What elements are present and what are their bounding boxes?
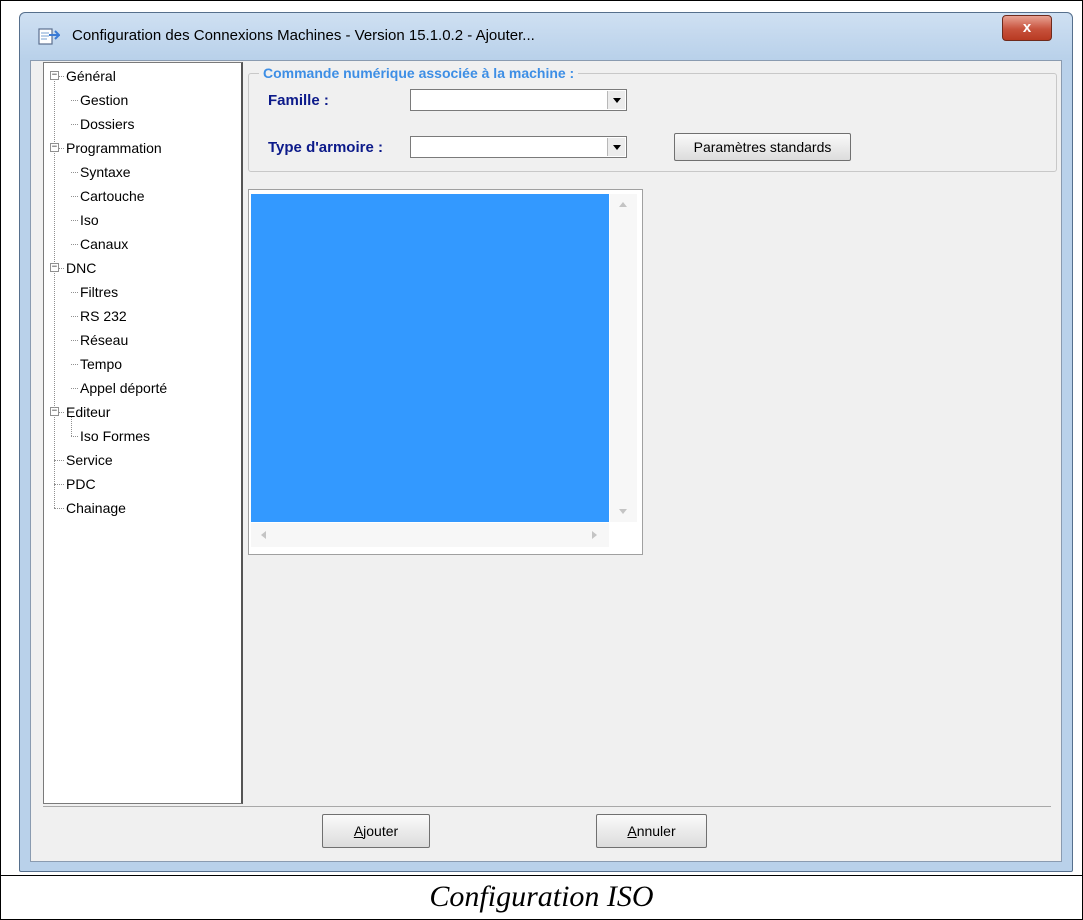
tree-node-label: Programmation	[66, 140, 162, 156]
tree-connector	[71, 388, 78, 389]
tree-child-node[interactable]: Syntaxe	[44, 161, 234, 183]
tree-child-label: Iso	[80, 212, 99, 228]
tree-node-label: PDC	[66, 476, 96, 492]
tree-connector	[54, 484, 64, 485]
tree-child-label: Syntaxe	[80, 164, 131, 180]
ajouter-button[interactable]: Ajouter	[322, 814, 430, 848]
tree-node-label: Service	[66, 452, 113, 468]
annuler-label: nnuler	[636, 823, 676, 839]
scroll-down-icon[interactable]	[619, 509, 627, 514]
button-bar-divider	[43, 806, 1051, 807]
chevron-down-icon[interactable]	[607, 138, 625, 156]
title-bar[interactable]: Configuration des Connexions Machines - …	[20, 13, 1072, 59]
tree-node-label: DNC	[66, 260, 97, 276]
tree-connector	[59, 76, 64, 77]
tree-child-node[interactable]: Appel déporté	[44, 377, 234, 399]
tree-child-node[interactable]: Tempo	[44, 353, 234, 375]
tree-child-label: Cartouche	[80, 188, 145, 204]
dialog-client-area: − Général Gestion Dossiers − Programmation Syn…	[30, 60, 1062, 862]
tree-connector	[71, 220, 78, 221]
tree-connector	[71, 364, 78, 365]
tree-child-label: RS 232	[80, 308, 127, 324]
tree-child-node[interactable]: Cartouche	[44, 185, 234, 207]
tree-child-node[interactable]: Réseau	[44, 329, 234, 351]
tree-connector	[71, 244, 78, 245]
tree-child-label: Gestion	[80, 92, 129, 108]
tree-child-node[interactable]: Gestion	[44, 89, 234, 111]
tree-connector	[71, 340, 78, 341]
standard-parameters-button[interactable]: Paramètres standards	[674, 133, 851, 161]
tree-child-label: Dossiers	[80, 116, 135, 132]
collapse-icon[interactable]: −	[50, 263, 59, 272]
figure-caption: Configuration ISO	[429, 880, 654, 913]
tree-child-node[interactable]: Iso	[44, 209, 234, 231]
app-icon	[38, 28, 60, 45]
tree-child-label: Filtres	[80, 284, 119, 300]
ajouter-mnemonic: A	[353, 823, 364, 839]
cnc-groupbox	[248, 73, 1057, 172]
tree-node-label: Editeur	[66, 404, 111, 420]
tree-child-node[interactable]: Dossiers	[44, 113, 234, 135]
tree-child-label: Canaux	[80, 236, 129, 252]
close-icon: x	[1022, 19, 1032, 36]
tree-node[interactable]: − Général	[44, 65, 234, 87]
famille-label: Famille :	[268, 92, 329, 109]
tree-node-label: Général	[66, 68, 116, 84]
collapse-icon[interactable]: −	[50, 71, 59, 80]
tree-branch-connector	[71, 417, 72, 436]
tree-node[interactable]: Service	[44, 449, 234, 471]
tree-connector	[71, 196, 78, 197]
tree-node[interactable]: − DNC	[44, 257, 234, 279]
close-button[interactable]: x	[1002, 15, 1052, 41]
tree-connector	[71, 124, 78, 125]
tree-child-label: Iso Formes	[80, 428, 151, 444]
type-armoire-label: Type d'armoire :	[268, 139, 383, 156]
cnc-groupbox-legend: Commande numérique associée à la machine…	[259, 65, 579, 81]
tree-connector	[54, 508, 64, 509]
chevron-down-icon[interactable]	[607, 91, 625, 109]
tree-child-label: Réseau	[80, 332, 129, 348]
caption-divider	[0, 875, 1083, 876]
tree-node[interactable]: Chainage	[44, 497, 234, 519]
tree-node[interactable]: − Editeur	[44, 401, 234, 423]
tree-child-node[interactable]: Filtres	[44, 281, 234, 303]
tree-node-label: Chainage	[66, 500, 126, 516]
tree-connector	[71, 316, 78, 317]
cnc-listbox[interactable]	[248, 189, 643, 555]
settings-tree[interactable]: − Général Gestion Dossiers − Programmation Syn…	[43, 62, 243, 804]
vertical-scrollbar[interactable]	[610, 194, 637, 522]
tree-child-label: Appel déporté	[80, 380, 168, 396]
selected-list-area[interactable]	[251, 194, 609, 522]
tree-node[interactable]: − Programmation	[44, 137, 234, 159]
window-title: Configuration des Connexions Machines - …	[72, 27, 535, 44]
tree-connector	[59, 268, 64, 269]
type-armoire-combobox[interactable]	[410, 136, 627, 158]
tree-child-node[interactable]: Canaux	[44, 233, 234, 255]
scroll-right-icon[interactable]	[592, 531, 597, 539]
famille-combobox[interactable]	[410, 89, 627, 111]
scroll-up-icon[interactable]	[619, 202, 627, 207]
tree-connector	[71, 100, 78, 101]
tree-child-node[interactable]: RS 232	[44, 305, 234, 327]
horizontal-scrollbar[interactable]	[251, 523, 609, 547]
collapse-icon[interactable]: −	[50, 143, 59, 152]
collapse-icon[interactable]: −	[50, 407, 59, 416]
tree-connector	[71, 436, 78, 437]
tree-node[interactable]: PDC	[44, 473, 234, 495]
tree-child-node[interactable]: Iso Formes	[44, 425, 234, 447]
tree-connector	[71, 172, 78, 173]
tree-child-label: Tempo	[80, 356, 123, 372]
ajouter-label: jouter	[363, 823, 399, 839]
tree-connector	[59, 148, 64, 149]
tree-connector	[54, 460, 64, 461]
annuler-mnemonic: A	[627, 823, 637, 839]
tree-connector	[59, 412, 64, 413]
tree-connector	[71, 292, 78, 293]
scroll-left-icon[interactable]	[261, 531, 266, 539]
annuler-button[interactable]: Annuler	[596, 814, 707, 848]
dialog-window: Configuration des Connexions Machines - …	[19, 12, 1073, 872]
